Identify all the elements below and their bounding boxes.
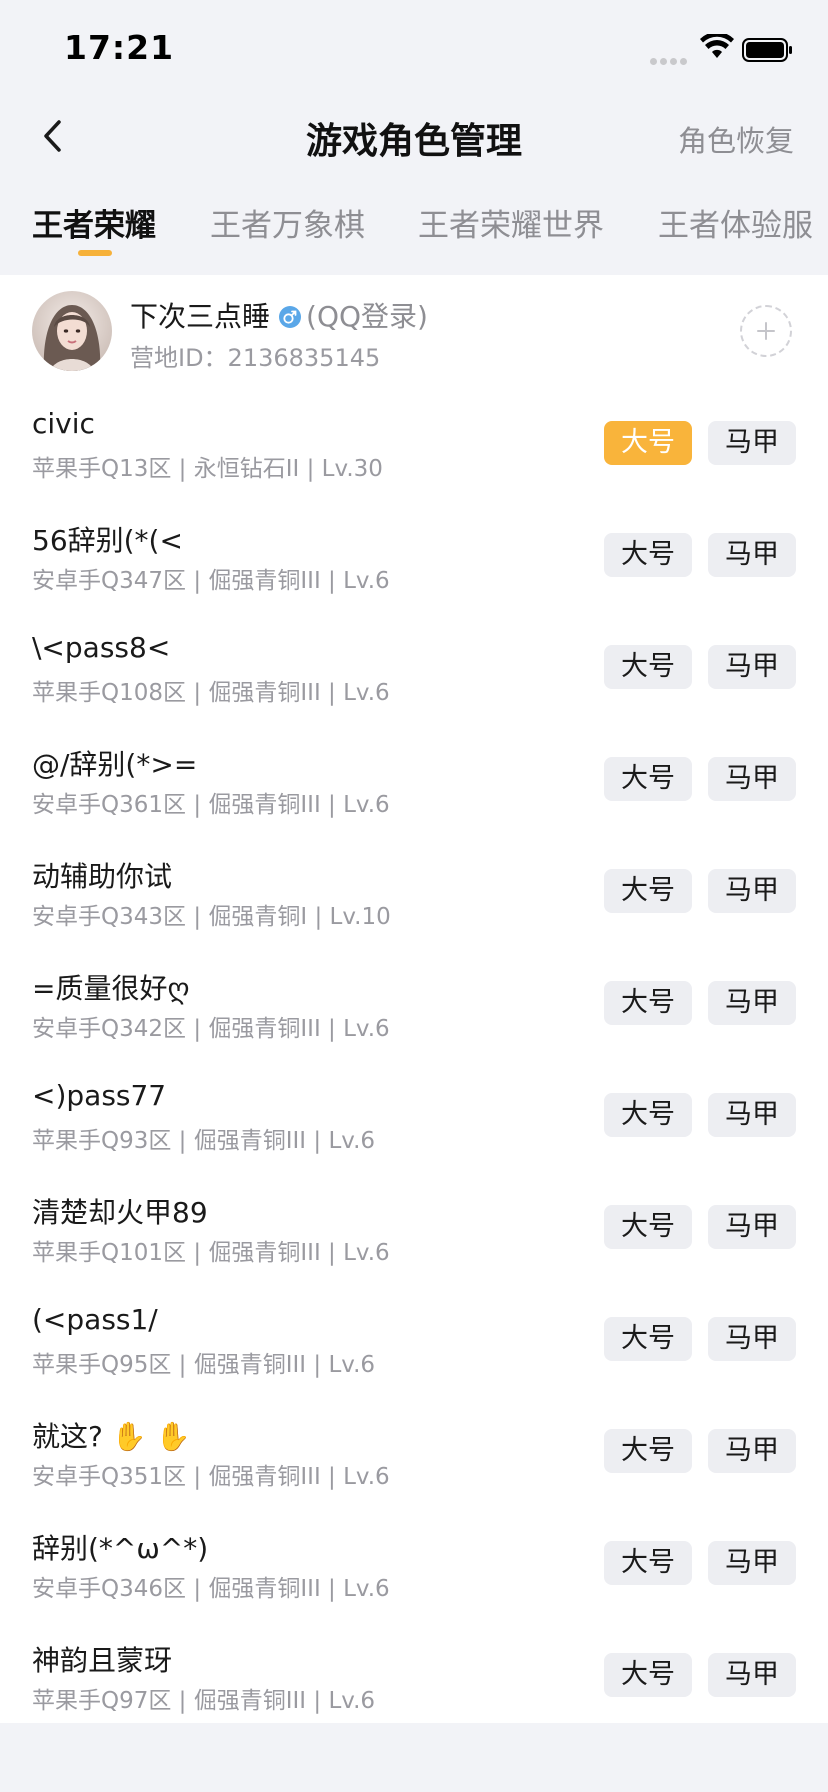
role-detail: 苹果手Q13区 | 永恒钻石II | Lv.30 xyxy=(32,456,383,482)
tab-tiyanfu[interactable]: 王者体验服 xyxy=(658,200,813,245)
role-row[interactable]: \<pass8< 苹果手Q108区 | 倔强青铜III | Lv.6 大号 马甲 xyxy=(0,609,828,721)
tab-indicator xyxy=(78,250,112,256)
role-detail: 安卓手Q347区 | 倔强青铜III | Lv.6 xyxy=(32,568,390,594)
alt-account-button[interactable]: 马甲 xyxy=(708,1653,796,1697)
role-name: \<pass8< xyxy=(32,631,171,664)
add-role-button[interactable] xyxy=(740,305,792,357)
role-detail: 苹果手Q101区 | 倔强青铜III | Lv.6 xyxy=(32,1240,390,1266)
role-name: 56辞别(*(< xyxy=(32,524,183,557)
alt-account-button[interactable]: 马甲 xyxy=(708,533,796,577)
role-row[interactable]: 56辞别(*(< 安卓手Q347区 | 倔强青铜III | Lv.6 大号 马甲 xyxy=(0,497,828,609)
main-account-button[interactable]: 大号 xyxy=(604,645,692,689)
alt-account-button[interactable]: 马甲 xyxy=(708,1541,796,1585)
male-icon xyxy=(279,306,302,328)
game-tabs: 王者荣耀 王者万象棋 王者荣耀世界 王者体验服 xyxy=(0,190,828,274)
role-name: =质量很好ღ xyxy=(32,972,190,1005)
role-row[interactable]: 辞别(*^ω^*) 安卓手Q346区 | 倔强青铜III | Lv.6 大号 马… xyxy=(0,1505,828,1617)
profile-name: 下次三点睡 xyxy=(130,300,271,333)
alt-account-button[interactable]: 马甲 xyxy=(708,1429,796,1473)
main-account-button[interactable]: 大号 xyxy=(604,1093,692,1137)
plus-icon xyxy=(757,322,775,340)
alt-account-button[interactable]: 马甲 xyxy=(708,1317,796,1361)
main-account-button[interactable]: 大号 xyxy=(604,421,692,465)
role-row[interactable]: @/辞别(*>= 安卓手Q361区 | 倔强青铜III | Lv.6 大号 马甲 xyxy=(0,721,828,833)
main-account-button[interactable]: 大号 xyxy=(604,757,692,801)
role-name: 辞别(*^ω^*) xyxy=(32,1532,209,1565)
role-name: civic xyxy=(32,407,95,440)
role-name: 神韵且蒙玡 xyxy=(32,1644,173,1677)
role-detail: 苹果手Q93区 | 倔强青铜III | Lv.6 xyxy=(32,1128,376,1154)
alt-account-button[interactable]: 马甲 xyxy=(708,981,796,1025)
role-card: 下次三点睡 (QQ登录) 营地ID：2136835145 civic 苹果手Q1… xyxy=(0,275,828,1723)
role-detail: 安卓手Q343区 | 倔强青铜I | Lv.10 xyxy=(32,904,391,930)
role-row[interactable]: <)pass77 苹果手Q93区 | 倔强青铜III | Lv.6 大号 马甲 xyxy=(0,1057,828,1169)
tab-wanxiangqi[interactable]: 王者万象棋 xyxy=(210,200,365,245)
alt-account-button[interactable]: 马甲 xyxy=(708,869,796,913)
alt-account-button[interactable]: 马甲 xyxy=(708,757,796,801)
role-name: 就这? ✋ ✋ xyxy=(32,1420,191,1453)
profile-login-type: (QQ登录) xyxy=(306,300,428,333)
role-list: civic 苹果手Q13区 | 永恒钻石II | Lv.30 大号 马甲 56辞… xyxy=(0,385,828,1729)
main-account-button[interactable]: 大号 xyxy=(604,1429,692,1473)
alt-account-button[interactable]: 马甲 xyxy=(708,421,796,465)
tab-rongyao-shijie[interactable]: 王者荣耀世界 xyxy=(418,200,604,245)
main-account-button[interactable]: 大号 xyxy=(604,1317,692,1361)
role-row[interactable]: civic 苹果手Q13区 | 永恒钻石II | Lv.30 大号 马甲 xyxy=(0,385,828,497)
role-detail: 苹果手Q95区 | 倔强青铜III | Lv.6 xyxy=(32,1352,376,1378)
role-row[interactable]: 清楚却火甲89 苹果手Q101区 | 倔强青铜III | Lv.6 大号 马甲 xyxy=(0,1169,828,1281)
role-row[interactable]: 动辅助你试 安卓手Q343区 | 倔强青铜I | Lv.10 大号 马甲 xyxy=(0,833,828,945)
role-detail: 安卓手Q361区 | 倔强青铜III | Lv.6 xyxy=(32,792,390,818)
main-account-button[interactable]: 大号 xyxy=(604,1205,692,1249)
alt-account-button[interactable]: 马甲 xyxy=(708,645,796,689)
nav-bar: 游戏角色管理 角色恢复 xyxy=(0,100,828,180)
role-detail: 安卓手Q351区 | 倔强青铜III | Lv.6 xyxy=(32,1464,390,1490)
main-account-button[interactable]: 大号 xyxy=(604,533,692,577)
status-bar: 17:21 xyxy=(0,0,828,100)
role-row[interactable]: =质量很好ღ 安卓手Q342区 | 倔强青铜III | Lv.6 大号 马甲 xyxy=(0,945,828,1057)
role-name: 动辅助你试 xyxy=(32,860,173,893)
role-name: (<pass1/ xyxy=(32,1303,158,1336)
role-row[interactable]: 就这? ✋ ✋ 安卓手Q351区 | 倔强青铜III | Lv.6 大号 马甲 xyxy=(0,1393,828,1505)
role-detail: 安卓手Q342区 | 倔强青铜III | Lv.6 xyxy=(32,1016,390,1042)
role-name: @/辞别(*>= xyxy=(32,748,198,781)
alt-account-button[interactable]: 马甲 xyxy=(708,1093,796,1137)
signal-icon xyxy=(650,50,698,65)
role-name: <)pass77 xyxy=(32,1079,167,1112)
main-account-button[interactable]: 大号 xyxy=(604,981,692,1025)
main-account-button[interactable]: 大号 xyxy=(604,1653,692,1697)
role-detail: 苹果手Q108区 | 倔强青铜III | Lv.6 xyxy=(32,680,390,706)
main-account-button[interactable]: 大号 xyxy=(604,1541,692,1585)
profile-camp-id: 营地ID：2136835145 xyxy=(130,344,381,372)
battery-icon xyxy=(742,38,792,62)
role-detail: 苹果手Q97区 | 倔强青铜III | Lv.6 xyxy=(32,1688,376,1714)
avatar xyxy=(32,291,112,371)
role-row[interactable]: (<pass1/ 苹果手Q95区 | 倔强青铜III | Lv.6 大号 马甲 xyxy=(0,1281,828,1393)
main-account-button[interactable]: 大号 xyxy=(604,869,692,913)
status-time: 17:21 xyxy=(64,28,175,67)
alt-account-button[interactable]: 马甲 xyxy=(708,1205,796,1249)
role-row[interactable]: 神韵且蒙玡 苹果手Q97区 | 倔强青铜III | Lv.6 大号 马甲 xyxy=(0,1617,828,1729)
wifi-icon xyxy=(700,34,734,58)
tab-wangzhe-rongyao[interactable]: 王者荣耀 xyxy=(32,200,156,245)
role-detail: 安卓手Q346区 | 倔强青铜III | Lv.6 xyxy=(32,1576,390,1602)
profile-header: 下次三点睡 (QQ登录) 营地ID：2136835145 xyxy=(0,275,828,385)
role-restore-button[interactable]: 角色恢复 xyxy=(678,118,794,160)
role-name: 清楚却火甲89 xyxy=(32,1196,208,1229)
profile-name-line: 下次三点睡 (QQ登录) xyxy=(130,295,428,335)
